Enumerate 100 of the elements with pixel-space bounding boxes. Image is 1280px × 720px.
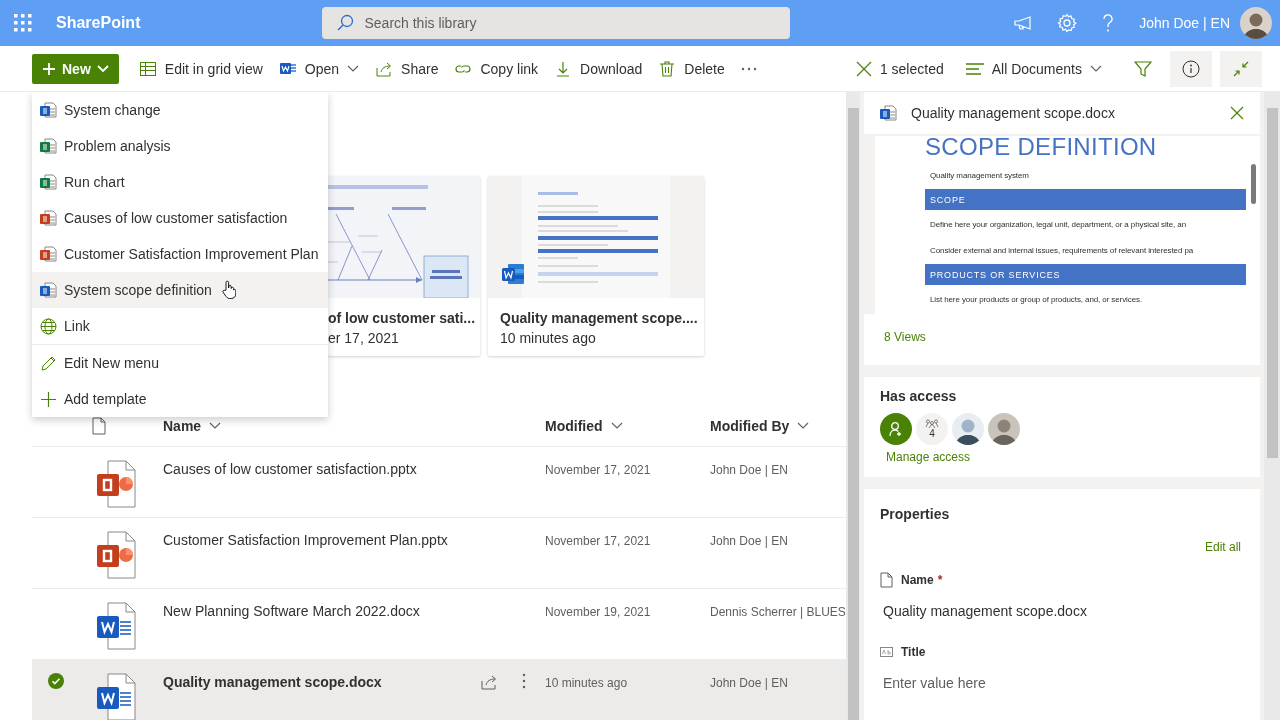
list-icon bbox=[965, 62, 984, 75]
scrollbar[interactable] bbox=[846, 92, 860, 720]
copy-link-button[interactable]: Copy link bbox=[446, 50, 547, 87]
file-icon bbox=[880, 572, 893, 588]
collapse-icon bbox=[1233, 60, 1249, 77]
menu-item[interactable]: Add template bbox=[32, 381, 328, 417]
text-field-icon bbox=[880, 647, 893, 657]
hand-cursor-icon bbox=[222, 280, 236, 299]
file-card[interactable]: Quality management scope.... 10 minutes ago bbox=[488, 176, 704, 356]
file-row[interactable]: Customer Satisfaction Improvement Plan.pptx November 17, 2021 John Doe | EN bbox=[32, 517, 846, 589]
search-icon bbox=[336, 14, 355, 32]
field-value[interactable]: Quality management scope.docx bbox=[883, 603, 1241, 619]
section-title: Properties bbox=[880, 506, 951, 522]
column-header[interactable]: Modified By bbox=[710, 417, 810, 434]
document-file-icon bbox=[40, 282, 57, 298]
view-selector[interactable]: All Documents bbox=[957, 50, 1110, 87]
group-avatar[interactable]: 4 bbox=[916, 413, 948, 445]
menu-item[interactable]: Run chart bbox=[32, 164, 328, 200]
modified-by: John Doe | EN bbox=[710, 463, 788, 477]
manage-access-link[interactable]: Manage access bbox=[886, 450, 971, 464]
section-title: Has access bbox=[880, 388, 958, 404]
file-card[interactable]: of low customer sati... er 17, 2021 bbox=[328, 176, 480, 356]
person-avatar[interactable] bbox=[988, 413, 1020, 445]
check-circle-icon[interactable] bbox=[48, 673, 64, 689]
spreadsheet-file-icon bbox=[40, 138, 57, 154]
chevron-down-icon bbox=[96, 64, 109, 73]
scrollbar-thumb[interactable] bbox=[847, 108, 859, 720]
more-icon bbox=[740, 66, 757, 71]
spreadsheet-file-icon bbox=[40, 174, 57, 190]
more-vertical-icon[interactable] bbox=[522, 673, 526, 689]
file-row[interactable]: Quality management scope.docx 10 minutes ago John Doe | EN bbox=[32, 659, 846, 720]
document-file-icon bbox=[880, 105, 897, 121]
chevron-down-icon bbox=[797, 421, 810, 430]
menu-item[interactable]: System scope definition bbox=[32, 272, 328, 308]
help-icon[interactable] bbox=[1101, 13, 1116, 33]
new-button[interactable]: New bbox=[32, 53, 119, 84]
modified-by: Dennis Scherrer | BLUES bbox=[710, 605, 846, 619]
plus-icon bbox=[40, 390, 57, 408]
grid-view-button[interactable]: Edit in grid view bbox=[130, 50, 271, 87]
document-text: List here your products or group of products, and, or services. bbox=[930, 295, 1144, 304]
search-field[interactable]: Search this library bbox=[322, 7, 791, 39]
share-button[interactable]: Share bbox=[367, 50, 447, 87]
share-avatar[interactable] bbox=[880, 413, 912, 445]
presentation-file-icon bbox=[40, 246, 57, 262]
menu-item[interactable]: Problem analysis bbox=[32, 128, 328, 164]
plus-icon bbox=[42, 61, 56, 76]
file-name[interactable]: Causes of low customer satisfaction.pptx bbox=[163, 461, 417, 477]
column-header[interactable]: Name bbox=[163, 417, 222, 434]
delete-button[interactable]: Delete bbox=[650, 50, 733, 87]
file-name[interactable]: New Planning Software March 2022.docx bbox=[163, 603, 420, 619]
menu-item[interactable]: Customer Satisfaction Improvement Plan bbox=[32, 236, 328, 272]
field-label: Name bbox=[901, 573, 934, 587]
file-row[interactable]: New Planning Software March 2022.docx November 19, 2021 Dennis Scherrer | BLUES bbox=[32, 588, 846, 660]
modified-date: November 19, 2021 bbox=[545, 605, 651, 619]
column-header[interactable]: Modified bbox=[545, 417, 623, 434]
avatar[interactable] bbox=[1240, 7, 1272, 39]
presentation-file-icon bbox=[40, 210, 57, 226]
app-launcher-icon[interactable] bbox=[14, 14, 32, 32]
required-mark: * bbox=[937, 573, 943, 587]
person-add-icon bbox=[888, 421, 904, 437]
edit-all-link[interactable]: Edit all bbox=[880, 540, 1241, 554]
chevron-down-icon bbox=[1090, 64, 1102, 73]
megaphone-icon[interactable] bbox=[1013, 14, 1034, 32]
pencil-icon bbox=[40, 354, 57, 372]
close-icon[interactable] bbox=[1230, 106, 1244, 120]
scrollbar[interactable] bbox=[1264, 92, 1280, 720]
view-count: 8 Views bbox=[883, 329, 927, 346]
file-name[interactable]: Customer Satisfaction Improvement Plan.pptx bbox=[163, 532, 448, 548]
title-field[interactable]: Enter value here bbox=[880, 671, 1241, 695]
person-avatar[interactable] bbox=[952, 413, 984, 445]
chevron-down-icon bbox=[610, 421, 623, 430]
document-text: Quality management system bbox=[930, 171, 1030, 180]
menu-item[interactable]: Link bbox=[32, 308, 328, 344]
document-text: Consider external and internal issues, requirements of relevant interested pa bbox=[930, 246, 1195, 255]
share-icon[interactable] bbox=[480, 673, 498, 691]
download-button[interactable]: Download bbox=[546, 50, 651, 87]
menu-item[interactable]: System change bbox=[32, 92, 328, 128]
settings-icon[interactable] bbox=[1057, 13, 1078, 33]
file-type-icon bbox=[92, 416, 106, 435]
document-app-icon bbox=[502, 263, 524, 285]
file-name[interactable]: Quality management scope.docx bbox=[163, 674, 382, 690]
card-title: Quality management scope.... bbox=[499, 309, 699, 326]
info-button[interactable] bbox=[1170, 50, 1212, 87]
file-row[interactable]: Causes of low customer satisfaction.pptx November 17, 2021 John Doe | EN bbox=[32, 446, 846, 518]
document-heading: SCOPE DEFINITION bbox=[925, 136, 1158, 161]
document-text: Define here your organization, legal unit, department, or a physical site, an bbox=[930, 220, 1187, 229]
presentation-file-icon bbox=[96, 460, 136, 508]
presentation-file-icon bbox=[96, 531, 136, 579]
collapse-button[interactable] bbox=[1220, 50, 1262, 87]
open-button[interactable]: Open bbox=[270, 50, 368, 87]
chevron-down-icon bbox=[347, 64, 360, 73]
document-file-icon bbox=[96, 602, 136, 650]
clear-selection-button[interactable]: 1 selected bbox=[847, 50, 952, 87]
card-title: of low customer sati... bbox=[328, 309, 477, 326]
trash-icon bbox=[658, 59, 677, 78]
menu-item[interactable]: Edit New menu bbox=[32, 345, 328, 381]
menu-item[interactable]: Causes of low customer satisfaction bbox=[32, 200, 328, 236]
document-file-icon bbox=[96, 673, 136, 720]
scrollbar-thumb[interactable] bbox=[1266, 108, 1278, 458]
modified-date: November 17, 2021 bbox=[545, 463, 651, 477]
